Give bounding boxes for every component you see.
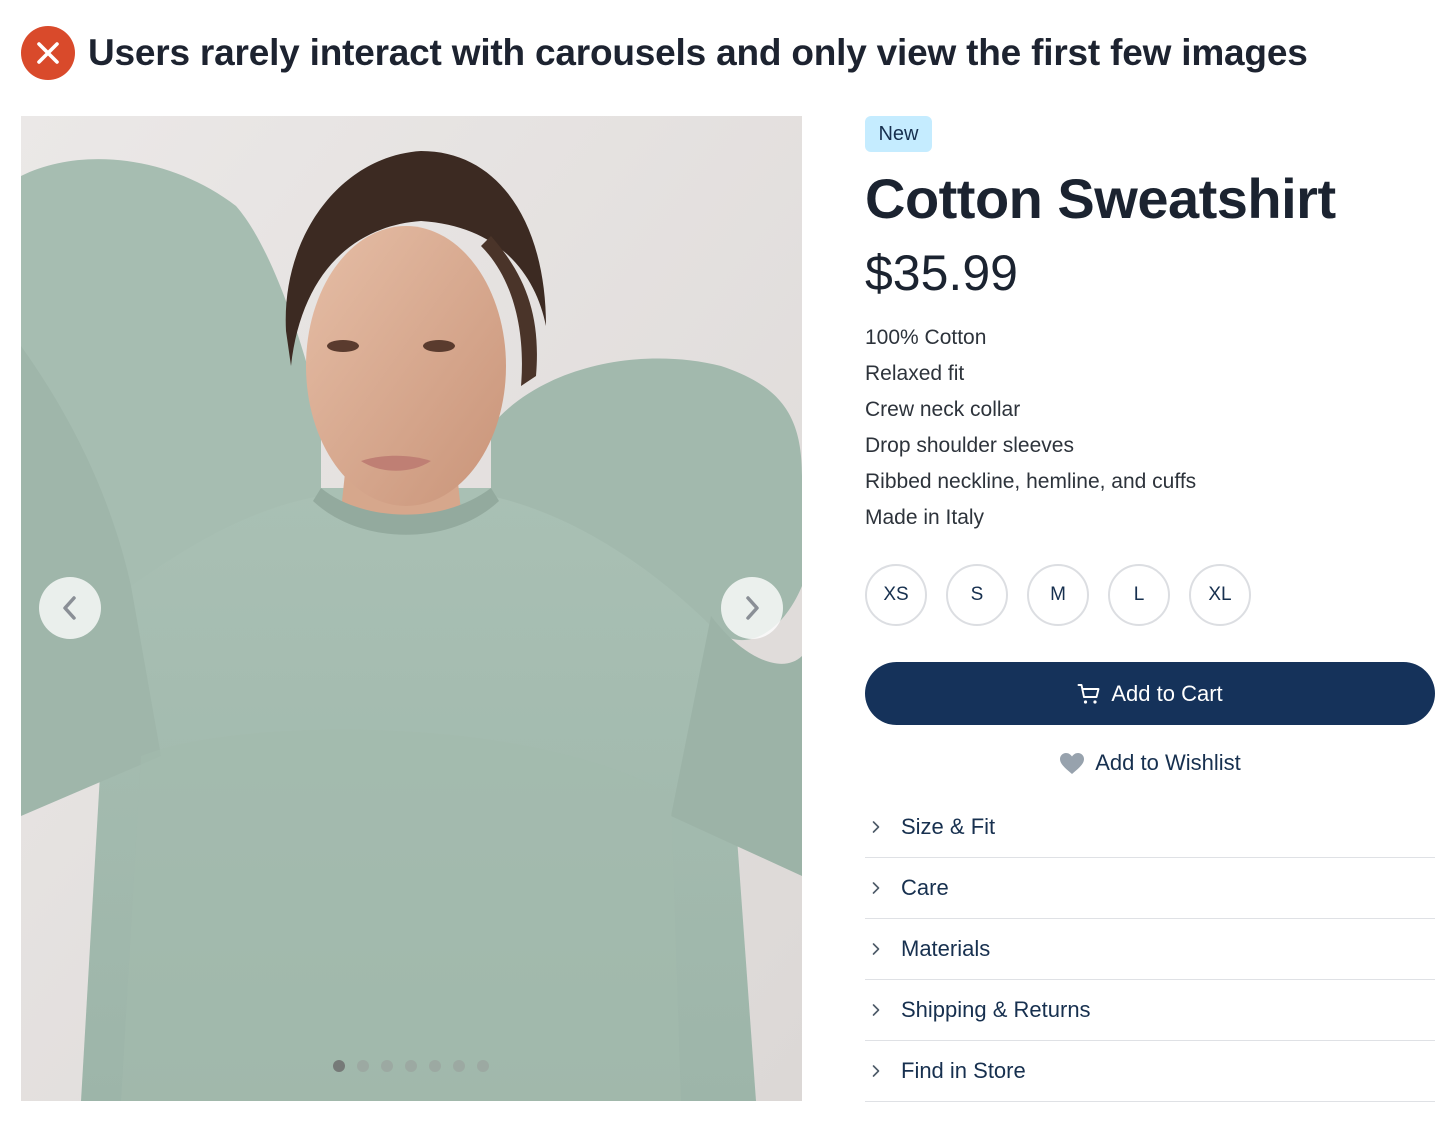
product-price: $35.99 <box>865 245 1018 301</box>
accordion-materials[interactable]: Materials <box>865 919 1435 980</box>
size-option-xl[interactable]: XL <box>1189 564 1251 626</box>
feature-list: 100% Cotton Relaxed fit Crew neck collar… <box>865 323 1196 539</box>
accordion-label: Size & Fit <box>901 814 996 839</box>
feature-item: 100% Cotton <box>865 326 987 349</box>
chevron-right-icon <box>865 1064 901 1078</box>
size-option-l[interactable]: L <box>1108 564 1170 626</box>
new-badge: New <box>865 116 932 152</box>
accordion-find-in-store[interactable]: Find in Store <box>865 1041 1435 1102</box>
carousel-dot[interactable] <box>453 1060 465 1072</box>
add-to-wishlist-label: Add to Wishlist <box>1095 750 1241 775</box>
carousel-dot[interactable] <box>333 1060 345 1072</box>
add-to-cart-button[interactable]: Add to Cart <box>865 662 1435 725</box>
chevron-right-icon <box>865 1003 901 1017</box>
feature-item: Relaxed fit <box>865 362 965 385</box>
size-option-xs[interactable]: XS <box>865 564 927 626</box>
accordion-label: Care <box>901 875 949 900</box>
chevron-right-icon <box>865 881 901 895</box>
carousel-next-button[interactable] <box>721 577 783 639</box>
annotation-header: Users rarely interact with carousels and… <box>21 26 1308 80</box>
add-to-cart-label: Add to Cart <box>1111 680 1223 706</box>
annotation-text: Users rarely interact with carousels and… <box>88 32 1308 73</box>
size-option-s[interactable]: S <box>946 564 1008 626</box>
carousel-dot[interactable] <box>357 1060 369 1072</box>
image-carousel[interactable] <box>21 116 802 1101</box>
feature-item: Drop shoulder sleeves <box>865 434 1074 457</box>
heart-icon <box>1060 752 1085 774</box>
carousel-dot[interactable] <box>477 1060 489 1072</box>
accordion-label: Find in Store <box>901 1058 1026 1083</box>
feature-item: Crew neck collar <box>865 398 1021 421</box>
chevron-right-icon <box>865 820 901 834</box>
chevron-right-icon <box>865 942 901 956</box>
accordion-shipping-returns[interactable]: Shipping & Returns <box>865 980 1435 1041</box>
accordion-size-fit[interactable]: Size & Fit <box>865 797 1435 858</box>
chevron-left-icon <box>63 596 76 620</box>
size-option-m[interactable]: M <box>1027 564 1089 626</box>
shopping-cart-icon <box>1077 683 1100 704</box>
accordion-care[interactable]: Care <box>865 858 1435 919</box>
product-info-accordion: Size & Fit Care Materials Shipping & Ret… <box>865 797 1435 1102</box>
product-title: Cotton Sweatshirt <box>865 167 1336 230</box>
close-x-icon <box>21 26 75 80</box>
accordion-label: Materials <box>901 936 991 961</box>
feature-item: Ribbed neckline, hemline, and cuffs <box>865 470 1197 493</box>
carousel-dots <box>333 1060 489 1072</box>
add-to-wishlist-button[interactable]: Add to Wishlist <box>865 746 1435 780</box>
chevron-right-icon <box>746 596 759 620</box>
feature-item: Made in Italy <box>865 506 985 529</box>
size-selector: XS S M L XL <box>865 564 1251 626</box>
carousel-dot[interactable] <box>429 1060 441 1072</box>
carousel-dot[interactable] <box>405 1060 417 1072</box>
accordion-label: Shipping & Returns <box>901 997 1091 1022</box>
product-photo <box>21 116 802 1101</box>
carousel-prev-button[interactable] <box>39 577 101 639</box>
carousel-dot[interactable] <box>381 1060 393 1072</box>
